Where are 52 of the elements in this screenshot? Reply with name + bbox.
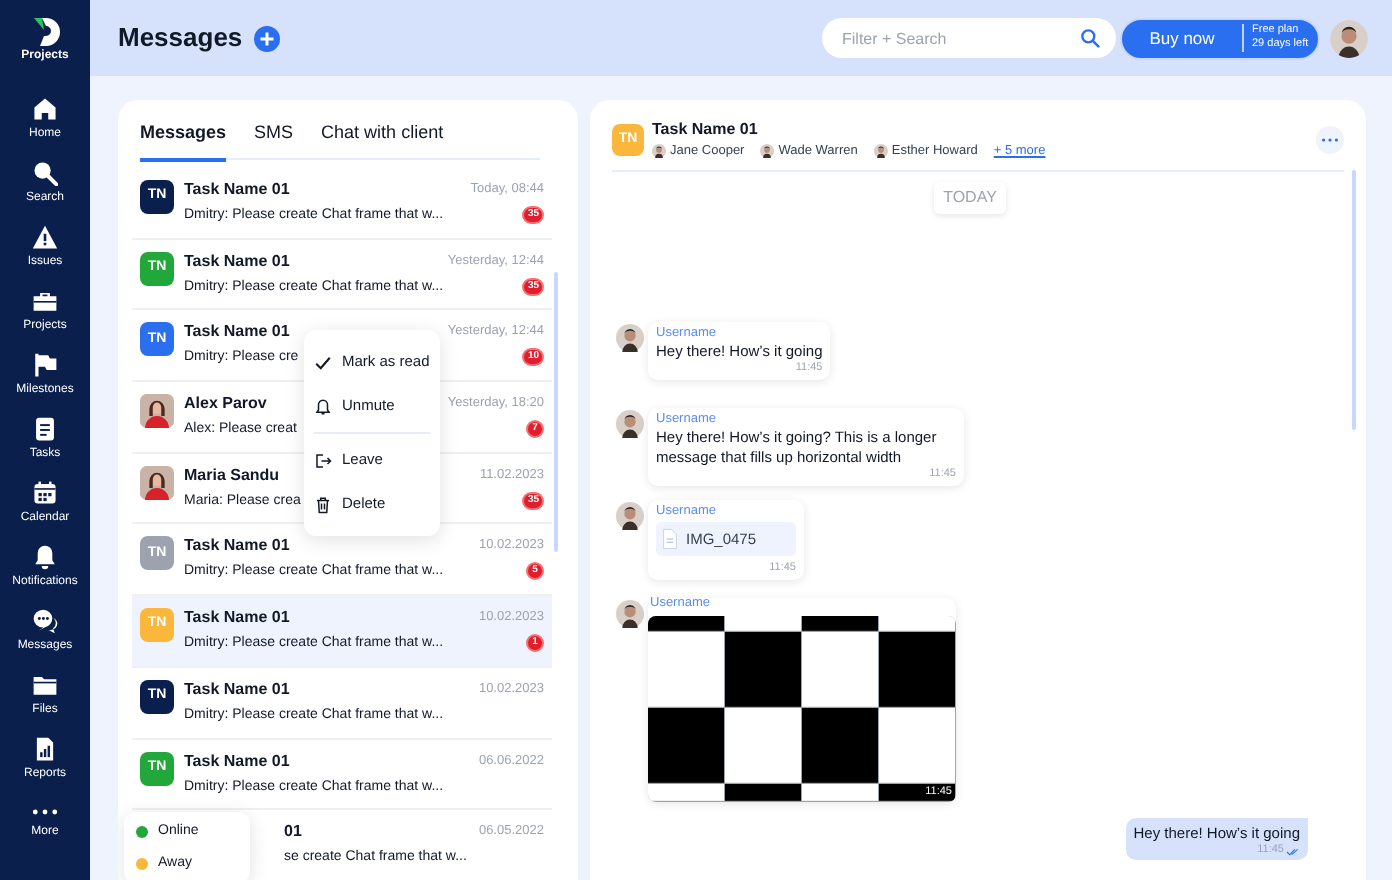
conversation-title: Task Name 01 (184, 251, 290, 272)
home-icon (32, 96, 58, 122)
calendar-icon (32, 480, 58, 506)
flag-icon (32, 352, 58, 378)
file-icon (662, 527, 678, 550)
avatar-icon[interactable] (1330, 19, 1368, 57)
search-icon (1080, 28, 1100, 48)
conversation-title: Task Name 01 (184, 679, 290, 700)
avatar-icon (140, 465, 174, 500)
exit-icon (314, 451, 332, 469)
more-icon (32, 807, 58, 815)
chat-icon (32, 608, 58, 634)
search-icon (32, 160, 58, 186)
warning-icon (32, 224, 58, 250)
avatar-icon (616, 600, 644, 629)
page-title: Messages (118, 20, 243, 57)
report-icon (32, 736, 58, 762)
conversation-title: Task Name 01 (184, 322, 290, 343)
clipboard-icon (32, 416, 58, 442)
avatar-icon (616, 323, 644, 352)
bell-icon (32, 544, 58, 570)
tab[interactable]: Messages (140, 120, 227, 161)
bell-icon (314, 397, 332, 415)
scrollbar[interactable] (553, 272, 558, 552)
date-chip: TODAY (933, 181, 1007, 214)
double-check-icon (1286, 847, 1300, 856)
conversation-title: Task Name 01 (184, 751, 290, 771)
more-icon (1322, 138, 1338, 143)
avatar-icon (616, 501, 644, 530)
tab[interactable]: SMS (254, 120, 294, 161)
more-button[interactable] (1316, 126, 1344, 155)
search-field[interactable]: Filter + Search (822, 18, 1116, 58)
add-icon[interactable] (254, 25, 281, 51)
briefcase-icon (32, 288, 58, 314)
conversation-title: Alex Parov (184, 394, 267, 415)
avatar-icon (140, 394, 174, 429)
conversation-title: Task Name 01 (184, 608, 290, 629)
trash-icon (314, 495, 332, 513)
avatar-icon (873, 144, 888, 159)
logo-icon (29, 16, 61, 48)
folder-icon (32, 672, 58, 698)
tab[interactable]: Chat with client (321, 120, 444, 161)
scrollbar[interactable] (1352, 170, 1356, 430)
avatar-icon (760, 144, 775, 159)
avatar-icon (652, 144, 666, 159)
check-icon (314, 353, 332, 371)
conversation-title: Task Name 01 (184, 180, 290, 200)
avatar-icon (616, 409, 644, 438)
conversation-title: 01 (284, 822, 302, 843)
conversation-title: Task Name 01 (184, 536, 290, 557)
conversation-title: Maria Sandu (184, 465, 280, 486)
chat-title: Task Name 01 (652, 120, 760, 140)
